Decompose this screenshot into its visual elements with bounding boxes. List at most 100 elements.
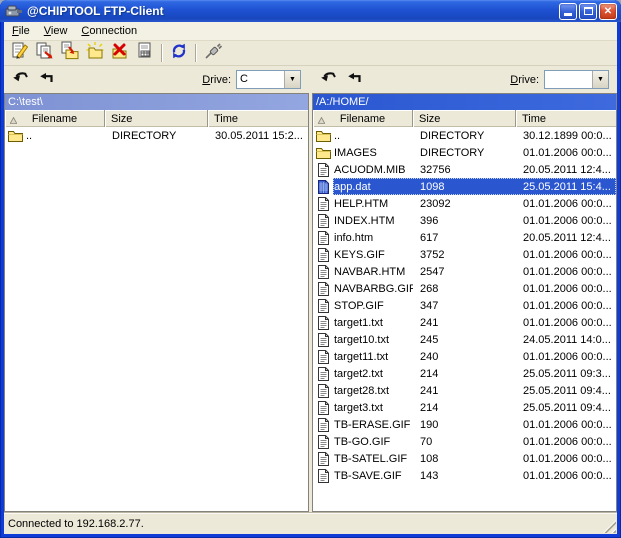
file-row[interactable]: ..DIRECTORY30.12.1899 00:0...	[313, 127, 616, 144]
file-row[interactable]: TB-GO.GIF7001.01.2006 00:0...	[313, 433, 616, 450]
file-name: TB-SAVE.GIF	[333, 470, 413, 482]
file-time: 01.01.2006 00:0...	[516, 215, 616, 227]
local-panel-toolbar: Drive: C▼	[4, 66, 309, 93]
chevron-down-icon[interactable]: ▼	[592, 71, 608, 88]
close-button[interactable]: ✕	[599, 3, 617, 20]
edit-file-icon	[10, 41, 30, 66]
local-drive-label: Drive:	[202, 74, 231, 86]
remote-back-button[interactable]	[320, 73, 337, 87]
file-size: 214	[413, 402, 516, 414]
file-name: ..	[333, 130, 413, 142]
file-name: target11.txt	[333, 351, 413, 363]
file-time: 01.01.2006 00:0...	[516, 198, 616, 210]
status-text: Connected to 192.168.2.77.	[8, 518, 144, 530]
file-row[interactable]: ACUODM.MIB3275620.05.2011 12:4...	[313, 161, 616, 178]
new-folder-button[interactable]	[84, 43, 106, 64]
menu-item-view[interactable]: View	[37, 23, 75, 39]
remote-drive-value	[545, 71, 592, 88]
copy-files-button[interactable]	[34, 43, 56, 64]
resize-grip[interactable]	[603, 520, 616, 533]
file-row-cells: STOP.GIF34701.01.2006 00:0...	[333, 297, 616, 314]
remote-file-list: ..DIRECTORY30.12.1899 00:0...IMAGESDIREC…	[313, 127, 616, 511]
file-name: info.htm	[333, 232, 413, 244]
file-icon	[313, 399, 333, 416]
file-row[interactable]: NAVBARBG.GIF26801.01.2006 00:0...	[313, 280, 616, 297]
file-name: target1.txt	[333, 317, 413, 329]
file-name: NAVBARBG.GIF	[333, 283, 413, 295]
file-row[interactable]: info.htm61720.05.2011 12:4...	[313, 229, 616, 246]
remote-header-time[interactable]: Time	[516, 110, 616, 127]
file-name: target3.txt	[333, 402, 413, 414]
file-size: 32756	[413, 164, 516, 176]
local-back-button[interactable]	[12, 73, 29, 87]
file-name: NAVBAR.HTM	[333, 266, 413, 278]
remote-header-filename[interactable]: Filename	[313, 110, 413, 127]
file-size: 3752	[413, 249, 516, 261]
file-time: 01.01.2006 00:0...	[516, 283, 616, 295]
file-row[interactable]: target11.txt24001.01.2006 00:0...	[313, 348, 616, 365]
file-row-cells: TB-SATEL.GIF10801.01.2006 00:0...	[333, 450, 616, 467]
move-to-folder-button[interactable]	[59, 43, 81, 64]
chevron-down-icon[interactable]: ▼	[284, 71, 300, 88]
file-time: 01.01.2006 00:0...	[516, 419, 616, 431]
edit-file-button[interactable]	[9, 43, 31, 64]
remote-column-headers: FilenameSizeTime	[313, 110, 616, 127]
file-icon	[313, 331, 333, 348]
remote-panel-toolbar: Drive:▼	[312, 66, 617, 93]
file-icon	[313, 450, 333, 467]
file-row[interactable]: target2.txt21425.05.2011 09:3...	[313, 365, 616, 382]
menu-item-file[interactable]: File	[5, 23, 37, 39]
refresh-button[interactable]	[168, 43, 190, 64]
file-row-cells: IMAGESDIRECTORY01.01.2006 00:0...	[333, 144, 616, 161]
menu-item-connection[interactable]: Connection	[74, 23, 144, 39]
local-file-list: ..DIRECTORY30.05.2011 15:2...	[5, 127, 308, 511]
maximize-button[interactable]	[579, 3, 597, 20]
connect-button[interactable]	[202, 43, 224, 64]
local-header-filename[interactable]: Filename	[5, 110, 105, 127]
file-name: TB-ERASE.GIF	[333, 419, 413, 431]
local-header-time[interactable]: Time	[208, 110, 308, 127]
file-row[interactable]: TB-SATEL.GIF10801.01.2006 00:0...	[313, 450, 616, 467]
file-row[interactable]: ..DIRECTORY30.05.2011 15:2...	[5, 127, 308, 144]
title-bar[interactable]: @CHIPTOOL FTP-Client ✕	[0, 0, 621, 22]
file-time: 01.01.2006 00:0...	[516, 249, 616, 261]
file-size: DIRECTORY	[105, 130, 208, 142]
file-size: 268	[413, 283, 516, 295]
remote-up-button[interactable]	[346, 73, 363, 87]
file-icon	[313, 212, 333, 229]
local-up-button[interactable]	[38, 73, 55, 87]
remote-path-bar: /A:/HOME/	[313, 94, 616, 110]
file-row[interactable]: STOP.GIF34701.01.2006 00:0...	[313, 297, 616, 314]
file-row[interactable]: IMAGESDIRECTORY01.01.2006 00:0...	[313, 144, 616, 161]
toolbar-separator	[195, 44, 197, 62]
file-row[interactable]: KEYS.GIF375201.01.2006 00:0...	[313, 246, 616, 263]
file-name: target2.txt	[333, 368, 413, 380]
file-size: 2547	[413, 266, 516, 278]
file-row-cells: ACUODM.MIB3275620.05.2011 12:4...	[333, 161, 616, 178]
file-row[interactable]: target3.txt21425.05.2011 09:4...	[313, 399, 616, 416]
remote-drive-select[interactable]: ▼	[544, 70, 609, 89]
local-header-size[interactable]: Size	[105, 110, 208, 127]
file-row[interactable]: target28.txt24125.05.2011 09:4...	[313, 382, 616, 399]
file-row[interactable]: target1.txt24101.01.2006 00:0...	[313, 314, 616, 331]
local-drive-group: Drive: C▼	[202, 70, 301, 89]
local-drive-select[interactable]: C▼	[236, 70, 301, 89]
file-row[interactable]: NAVBAR.HTM254701.01.2006 00:0...	[313, 263, 616, 280]
file-icon	[313, 467, 333, 484]
minimize-button[interactable]	[559, 3, 577, 20]
file-list-button[interactable]	[134, 43, 156, 64]
file-size: 143	[413, 470, 516, 482]
remote-header-size[interactable]: Size	[413, 110, 516, 127]
file-row[interactable]: target10.txt24524.05.2011 14:0...	[313, 331, 616, 348]
file-row[interactable]: TB-SAVE.GIF14301.01.2006 00:0...	[313, 467, 616, 484]
file-icon	[313, 416, 333, 433]
file-row-cells: app.dat109825.05.2011 15:4...	[333, 178, 616, 195]
delete-button[interactable]	[109, 43, 131, 64]
file-row-cells: target28.txt24125.05.2011 09:4...	[333, 382, 616, 399]
file-row[interactable]: TB-ERASE.GIF19001.01.2006 00:0...	[313, 416, 616, 433]
file-row[interactable]: app.dat109825.05.2011 15:4...	[313, 178, 616, 195]
file-row[interactable]: INDEX.HTM39601.01.2006 00:0...	[313, 212, 616, 229]
file-row[interactable]: HELP.HTM2309201.01.2006 00:0...	[313, 195, 616, 212]
file-time: 01.01.2006 00:0...	[516, 300, 616, 312]
local-path-bar: C:\test\	[5, 94, 308, 110]
